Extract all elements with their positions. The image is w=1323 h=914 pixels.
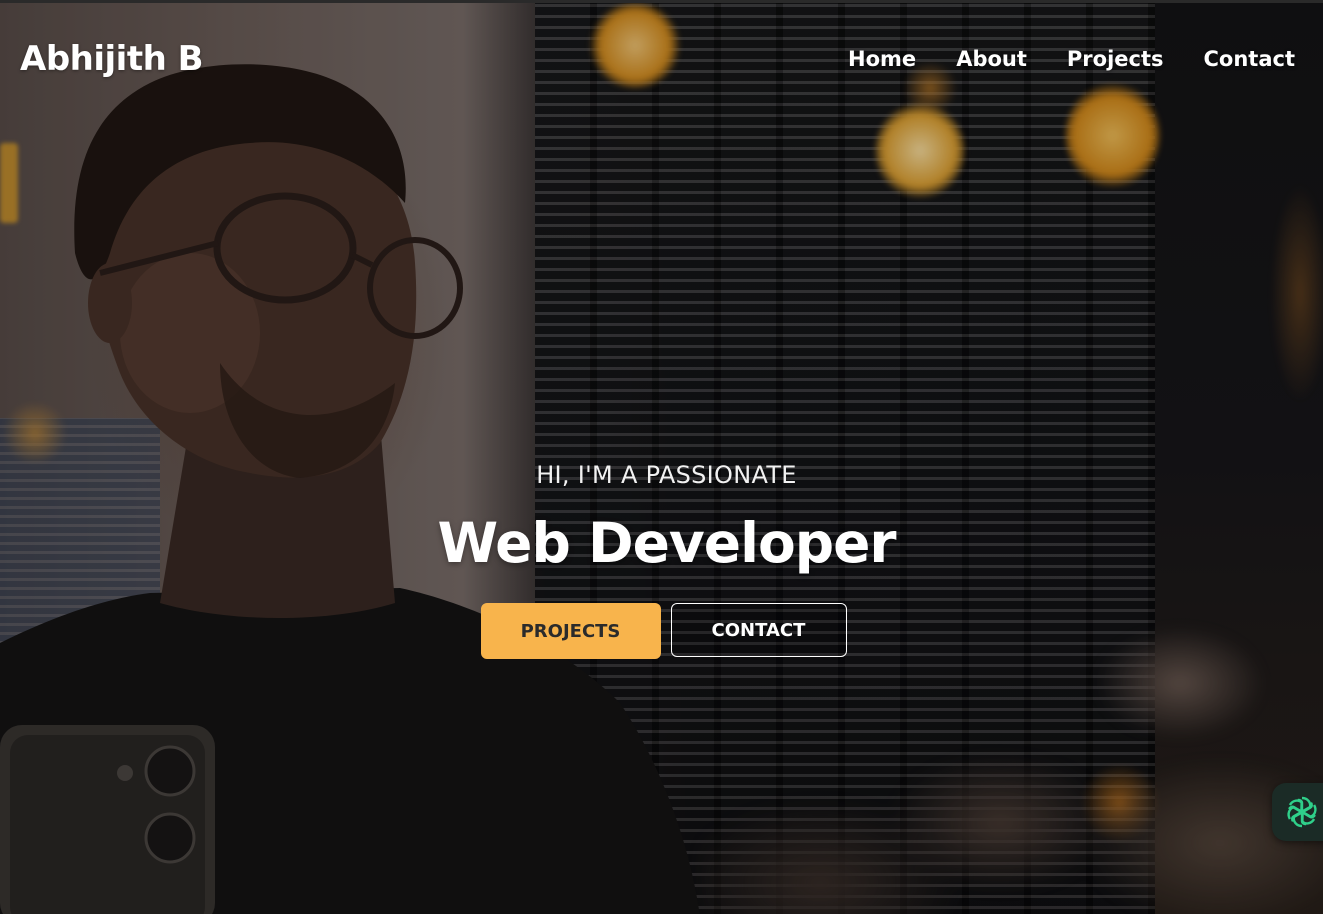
contact-button[interactable]: CONTACT (670, 603, 847, 657)
navbar: Abhijith B Home About Projects Contact (0, 3, 1323, 123)
chat-widget-button[interactable] (1272, 783, 1323, 841)
hero-title: Web Developer (437, 511, 896, 575)
hero-section: Abhijith B Home About Projects Contact H… (0, 0, 1323, 914)
hero-subtitle: HI, I'M A PASSIONATE (536, 461, 797, 489)
nav-link-projects[interactable]: Projects (1067, 47, 1164, 71)
nav-link-home[interactable]: Home (848, 47, 916, 71)
nav-menu: Home About Projects Contact (848, 47, 1295, 71)
site-logo[interactable]: Abhijith B (20, 39, 204, 79)
hero-buttons: PROJECTS CONTACT (0, 603, 1323, 659)
nav-link-contact[interactable]: Contact (1204, 47, 1296, 71)
projects-button[interactable]: PROJECTS (480, 603, 661, 659)
hero-content: HI, I'M A PASSIONATE Web Developer PROJE… (0, 461, 1323, 659)
nav-link-about[interactable]: About (956, 47, 1027, 71)
dark-overlay (0, 3, 1323, 914)
openai-logo-icon (1287, 796, 1317, 828)
